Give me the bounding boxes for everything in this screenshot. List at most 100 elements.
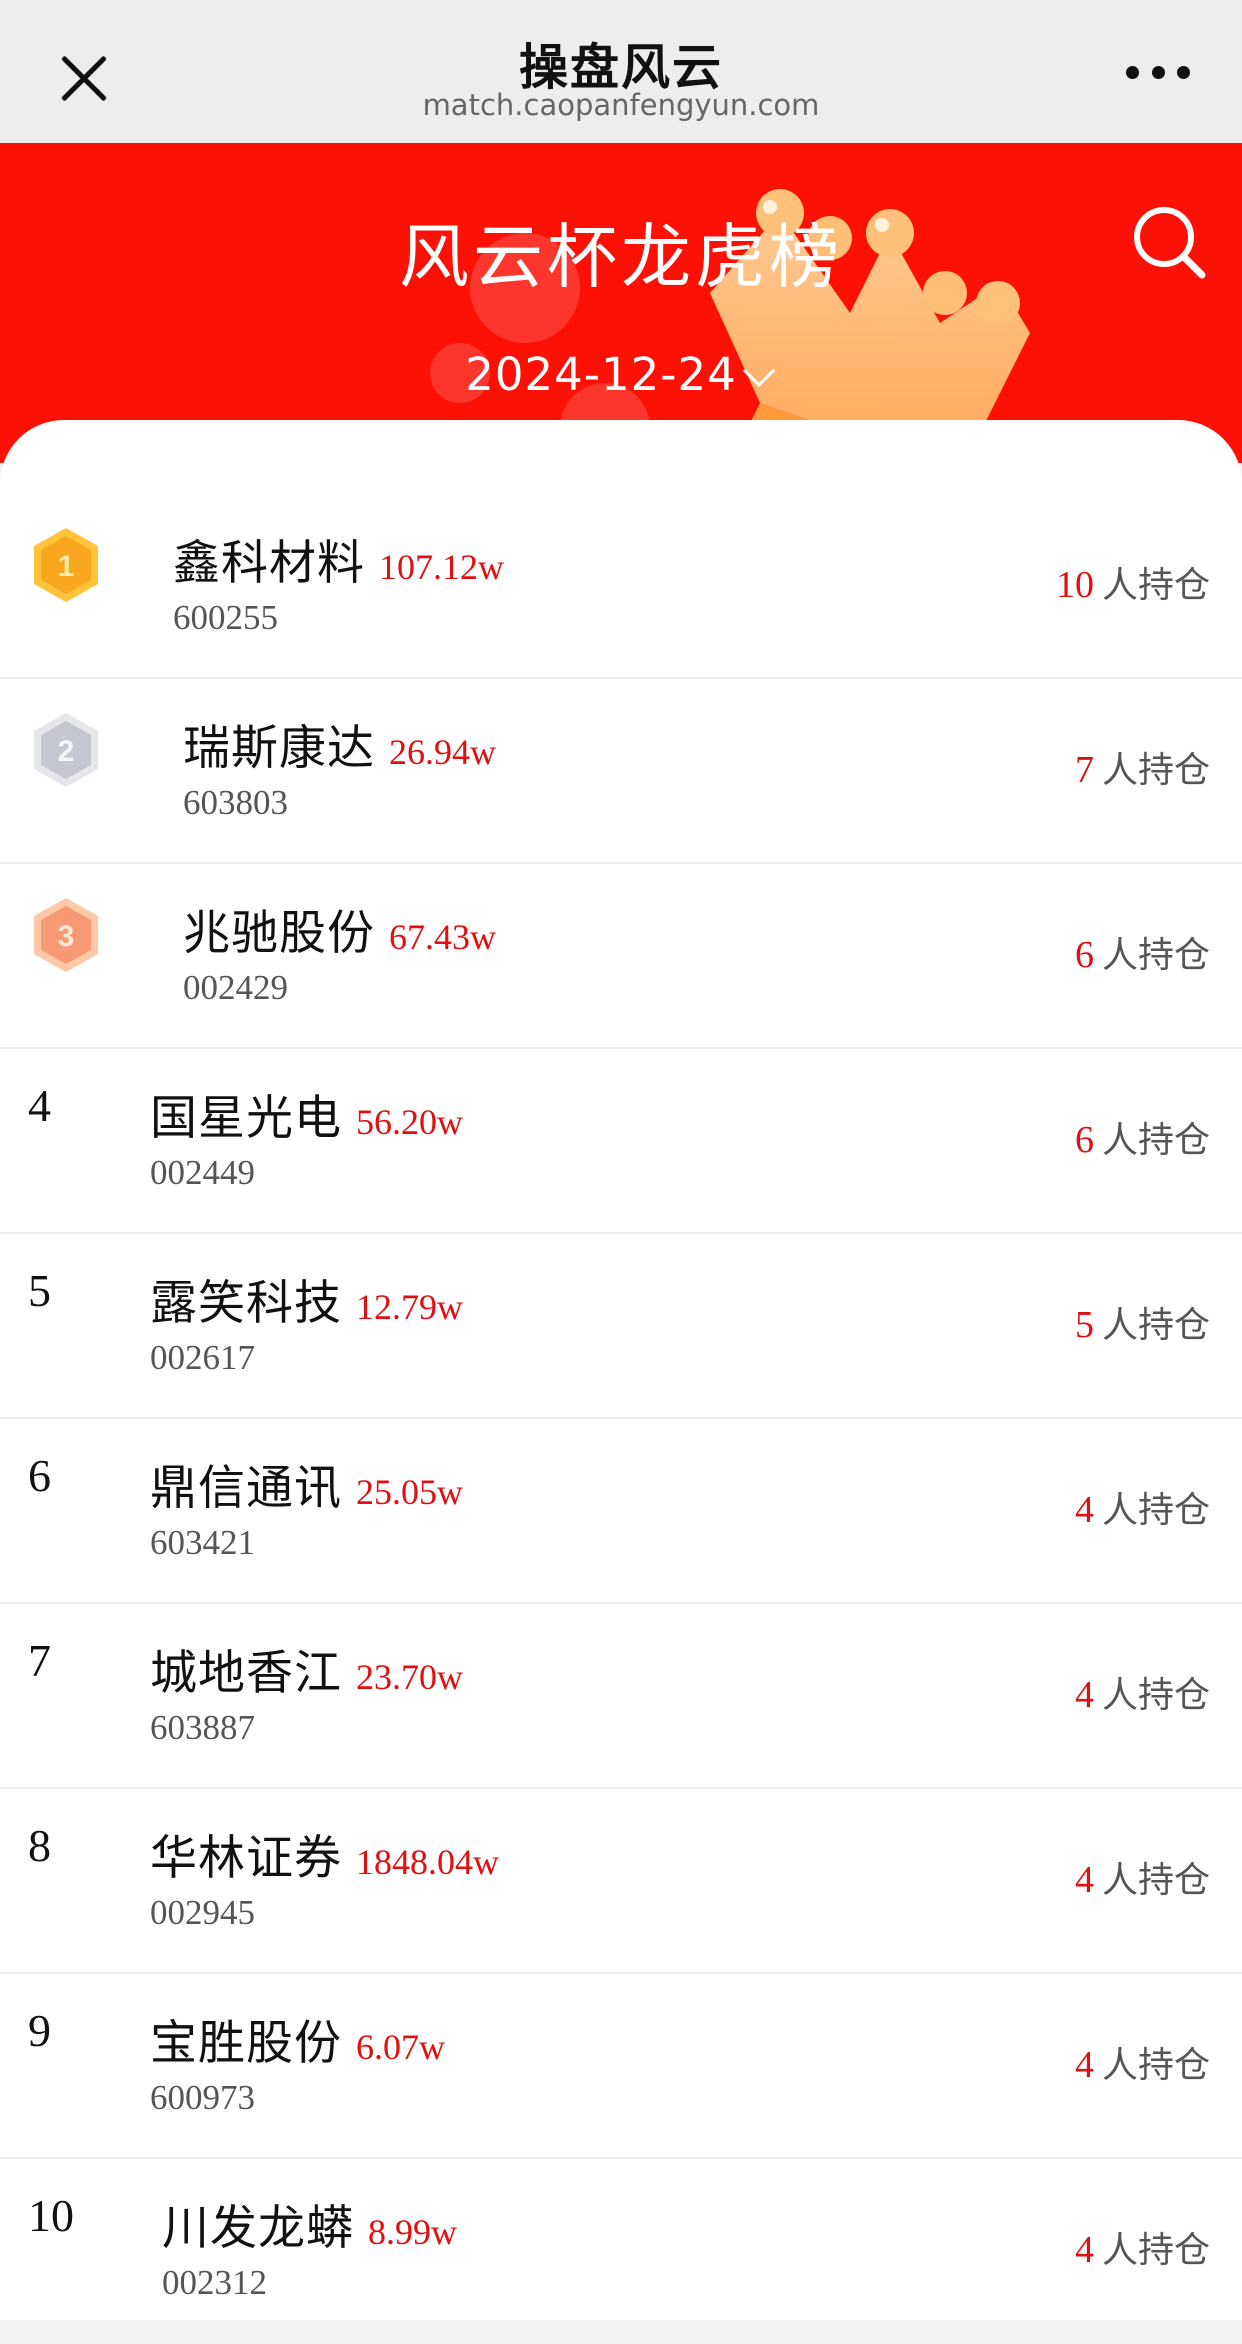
ranking-row[interactable]: 3 兆驰股份 67.43w 002429 6 人持仓 bbox=[0, 864, 1242, 1049]
ranking-row[interactable]: 1 鑫科材料 107.12w 600255 10 人持仓 bbox=[0, 494, 1242, 679]
ranking-row[interactable]: 9 宝胜股份 6.07w 600973 4 人持仓 bbox=[0, 1974, 1242, 2159]
holder-number: 4 bbox=[1074, 2044, 1094, 2086]
stock-amount: 26.94w bbox=[389, 732, 496, 772]
holder-number: 7 bbox=[1074, 749, 1094, 791]
holder-number: 4 bbox=[1074, 1674, 1094, 1716]
holder-number: 4 bbox=[1074, 2229, 1094, 2271]
stock-title: 露笑科技 12.79w bbox=[150, 1264, 463, 1333]
holder-count: 4 人持仓 bbox=[1075, 2036, 1210, 2088]
stock-name: 鑫科材料 bbox=[173, 536, 365, 591]
stock-name: 露笑科技 bbox=[150, 1276, 342, 1331]
stock-code: 603421 bbox=[150, 1523, 255, 1562]
holder-count: 6 人持仓 bbox=[1075, 1111, 1210, 1163]
more-options-icon[interactable] bbox=[1126, 62, 1190, 82]
holder-number: 10 bbox=[1055, 564, 1094, 606]
stock-name: 宝胜股份 bbox=[150, 2016, 342, 2071]
rank-number: 5 bbox=[28, 1265, 51, 1316]
holder-suffix: 人持仓 bbox=[1101, 1675, 1210, 1716]
chevron-down-icon bbox=[742, 368, 775, 388]
holder-count: 6 人持仓 bbox=[1075, 926, 1210, 978]
holder-number: 5 bbox=[1074, 1304, 1094, 1346]
holder-count: 7 人持仓 bbox=[1075, 741, 1210, 793]
stock-amount: 56.20w bbox=[356, 1102, 463, 1142]
ranking-row[interactable]: 4 国星光电 56.20w 002449 6 人持仓 bbox=[0, 1049, 1242, 1234]
ranking-row[interactable]: 6 鼎信通讯 25.05w 603421 4 人持仓 bbox=[0, 1419, 1242, 1604]
stock-title: 鼎信通讯 25.05w bbox=[150, 1449, 463, 1518]
stock-title: 川发龙蟒 8.99w bbox=[162, 2189, 457, 2258]
ranking-row[interactable]: 2 瑞斯康达 26.94w 603803 7 人持仓 bbox=[0, 679, 1242, 864]
holder-suffix: 人持仓 bbox=[1101, 1305, 1210, 1346]
gold-medal-icon: 1 bbox=[34, 528, 98, 602]
stock-amount: 25.05w bbox=[356, 1472, 463, 1512]
stock-code: 600255 bbox=[173, 598, 278, 637]
stock-code: 600973 bbox=[150, 2078, 255, 2117]
holder-count: 5 人持仓 bbox=[1075, 1296, 1210, 1348]
medal-rank: 2 bbox=[58, 735, 75, 768]
browser-top-bar: 操盘风云 match.caopanfengyun.com bbox=[0, 0, 1242, 143]
rank-number: 7 bbox=[28, 1635, 51, 1686]
rank-number: 9 bbox=[28, 2005, 51, 2056]
holder-number: 4 bbox=[1074, 1859, 1094, 1901]
holder-count: 4 人持仓 bbox=[1075, 1851, 1210, 1903]
holder-suffix: 人持仓 bbox=[1101, 1860, 1210, 1901]
stock-name: 城地香江 bbox=[150, 1646, 342, 1701]
stock-title: 兆驰股份 67.43w bbox=[183, 894, 496, 963]
rank-number: 4 bbox=[28, 1080, 51, 1131]
stock-title: 宝胜股份 6.07w bbox=[150, 2004, 445, 2073]
stock-amount: 1848.04w bbox=[356, 1842, 499, 1882]
ranking-row[interactable]: 7 城地香江 23.70w 603887 4 人持仓 bbox=[0, 1604, 1242, 1789]
stock-name: 川发龙蟒 bbox=[162, 2201, 354, 2256]
stock-amount: 67.43w bbox=[389, 917, 496, 957]
ranking-row[interactable]: 8 华林证券 1848.04w 002945 4 人持仓 bbox=[0, 1789, 1242, 1974]
stock-title: 国星光电 56.20w bbox=[150, 1079, 463, 1148]
rank-number: 8 bbox=[28, 1820, 51, 1871]
stock-amount: 6.07w bbox=[356, 2027, 445, 2067]
medal-rank: 1 bbox=[58, 550, 75, 583]
stock-code: 002945 bbox=[150, 1893, 255, 1932]
stock-name: 国星光电 bbox=[150, 1091, 342, 1146]
holder-suffix: 人持仓 bbox=[1101, 1490, 1210, 1531]
holder-number: 4 bbox=[1074, 1489, 1094, 1531]
stock-name: 兆驰股份 bbox=[183, 906, 375, 961]
holder-suffix: 人持仓 bbox=[1101, 565, 1210, 606]
stock-code: 002312 bbox=[162, 2263, 267, 2302]
stock-name: 鼎信通讯 bbox=[150, 1461, 342, 1516]
holder-suffix: 人持仓 bbox=[1101, 2045, 1210, 2086]
date-selector[interactable]: 2024-12-24 bbox=[0, 348, 1242, 401]
page-title: 风云杯龙虎榜 bbox=[399, 216, 843, 298]
bronze-medal-icon: 3 bbox=[34, 898, 98, 972]
ranking-list: 1 鑫科材料 107.12w 600255 10 人持仓 2 瑞斯康达 26.94w … bbox=[0, 420, 1242, 2320]
holder-count: 4 人持仓 bbox=[1075, 1481, 1210, 1533]
browser-url: match.caopanfengyun.com bbox=[422, 88, 820, 122]
holder-count: 4 人持仓 bbox=[1075, 2221, 1210, 2273]
stock-code: 002429 bbox=[183, 968, 288, 1007]
stock-amount: 23.70w bbox=[356, 1657, 463, 1697]
holder-count: 4 人持仓 bbox=[1075, 1666, 1210, 1718]
holder-suffix: 人持仓 bbox=[1101, 935, 1210, 976]
stock-title: 城地香江 23.70w bbox=[150, 1634, 463, 1703]
stock-amount: 107.12w bbox=[379, 547, 504, 587]
holder-count: 10 人持仓 bbox=[1056, 556, 1210, 608]
date-value: 2024-12-24 bbox=[465, 348, 737, 401]
search-icon[interactable] bbox=[1130, 203, 1210, 283]
silver-medal-icon: 2 bbox=[34, 713, 98, 787]
rank-number: 6 bbox=[28, 1450, 51, 1501]
stock-code: 603887 bbox=[150, 1708, 255, 1747]
holder-suffix: 人持仓 bbox=[1101, 1120, 1210, 1161]
ranking-row[interactable]: 10 川发龙蟒 8.99w 002312 4 人持仓 bbox=[0, 2159, 1242, 2344]
holder-suffix: 人持仓 bbox=[1101, 750, 1210, 791]
rank-number: 10 bbox=[28, 2190, 74, 2241]
stock-code: 002617 bbox=[150, 1338, 255, 1377]
stock-code: 603803 bbox=[183, 783, 288, 822]
holder-number: 6 bbox=[1074, 934, 1094, 976]
ranking-row[interactable]: 5 露笑科技 12.79w 002617 5 人持仓 bbox=[0, 1234, 1242, 1419]
stock-code: 002449 bbox=[150, 1153, 255, 1192]
stock-name: 华林证券 bbox=[150, 1831, 342, 1886]
holder-suffix: 人持仓 bbox=[1101, 2230, 1210, 2271]
stock-title: 鑫科材料 107.12w bbox=[173, 524, 504, 593]
holder-number: 6 bbox=[1074, 1119, 1094, 1161]
stock-amount: 8.99w bbox=[368, 2212, 457, 2252]
medal-rank: 3 bbox=[58, 920, 75, 953]
page-header: 风云杯龙虎榜 2024-12-24 bbox=[0, 143, 1242, 463]
stock-name: 瑞斯康达 bbox=[183, 721, 375, 776]
